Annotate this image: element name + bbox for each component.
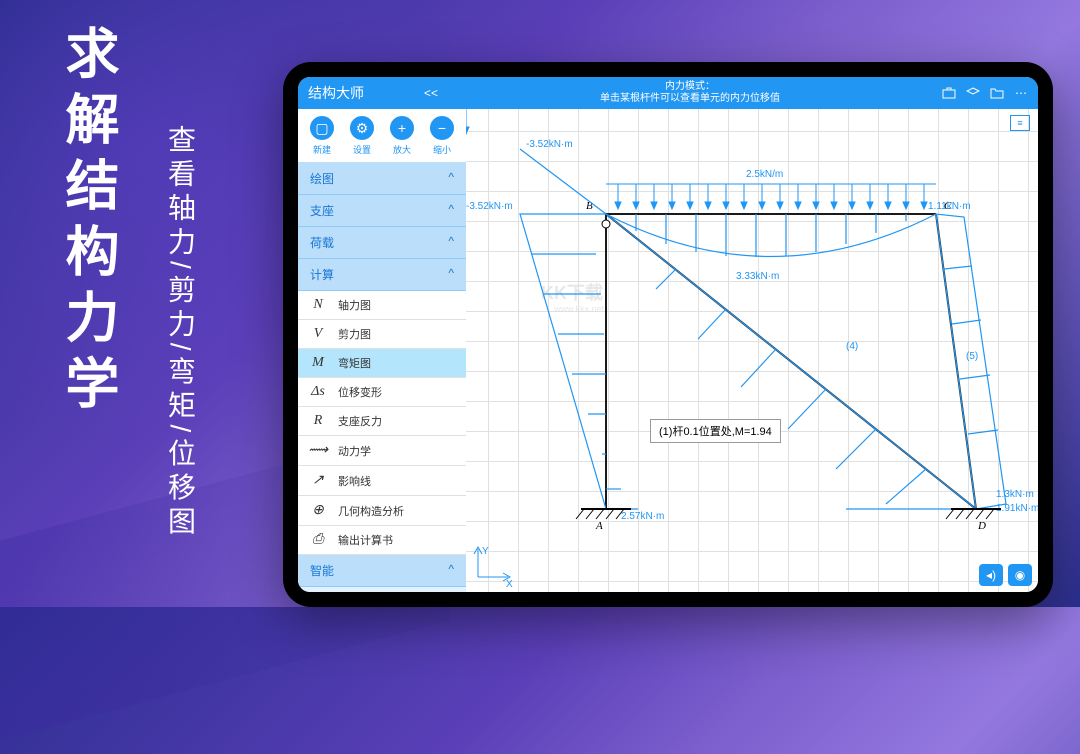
mode-hint: 内力模式： 单击某根杆件可以查看单元的内力位移值 <box>438 81 942 105</box>
app-screen: 结构大师 << 内力模式： 单击某根杆件可以查看单元的内力位移值 ⋯ ▢新建 ⚙… <box>298 77 1038 592</box>
chevron-up-icon: ^ <box>448 234 454 251</box>
menu-shear[interactable]: V剪力图 <box>298 320 466 349</box>
svg-text:1.11kN·m: 1.11kN·m <box>928 201 971 212</box>
svg-text:Y: Y <box>482 546 489 557</box>
more-icon[interactable]: ⋯ <box>1014 86 1028 100</box>
marketing-subtitle: 查看轴力/剪力/弯矩/位移图 <box>160 125 200 540</box>
mode-line1: 内力模式： <box>438 81 942 93</box>
menu-export[interactable]: ⎙输出计算书 <box>298 526 466 555</box>
collapse-button[interactable]: << <box>424 86 438 100</box>
svg-text:D: D <box>977 520 986 532</box>
accordion-smart[interactable]: 智能^ <box>298 555 466 587</box>
menu-influence[interactable]: ↗影响线 <box>298 466 466 496</box>
info-tooltip: (1)杆0.1位置处,M=1.94 <box>650 419 781 443</box>
app-bar: 结构大师 << 内力模式： 单击某根杆件可以查看单元的内力位移值 ⋯ <box>298 77 1038 109</box>
chevron-up-icon: ^ <box>448 202 454 219</box>
zoom-in-button[interactable]: +放大 <box>389 115 415 156</box>
sidebar: ▢新建 ⚙设置 +放大 −缩小 绘图^ 支座^ 荷载^ 计算^ N轴力图 V剪力… <box>298 109 466 592</box>
toolbar: ▢新建 ⚙设置 +放大 −缩小 <box>298 109 466 163</box>
visibility-button[interactable]: ◉ <box>1008 564 1032 586</box>
chevron-up-icon: ^ <box>448 562 454 579</box>
tablet-frame: 结构大师 << 内力模式： 单击某根杆件可以查看单元的内力位移值 ⋯ ▢新建 ⚙… <box>283 62 1053 607</box>
sound-button[interactable]: ◂) <box>979 564 1003 586</box>
menu-reaction[interactable]: R支座反力 <box>298 407 466 436</box>
svg-text:-3.52kN·m: -3.52kN·m <box>526 139 573 150</box>
marketing-title: 求解结构力学 <box>48 25 127 421</box>
svg-text:-3.52kN·m: -3.52kN·m <box>466 201 513 212</box>
menu-dynamics[interactable]: ⟿动力学 <box>298 436 466 466</box>
view-toggle-icon[interactable]: ≡ <box>1010 115 1030 131</box>
edu-icon[interactable] <box>966 86 980 100</box>
chevron-up-icon: ^ <box>448 266 454 283</box>
svg-text:3.33kN·m: 3.33kN·m <box>736 271 779 282</box>
settings-button[interactable]: ⚙设置 <box>349 115 375 156</box>
canvas[interactable]: KK下载 www.kkx.net B C A D <box>466 109 1038 592</box>
menu-geometry[interactable]: ⊕几何构造分析 <box>298 496 466 526</box>
svg-text:1.3kN·m: 1.3kN·m <box>996 489 1034 500</box>
new-button[interactable]: ▢新建 <box>309 115 335 156</box>
plus-icon: + <box>389 115 415 141</box>
case-icon[interactable] <box>942 86 956 100</box>
svg-text:A: A <box>595 520 603 532</box>
svg-text:2.5kN/m: 2.5kN/m <box>746 169 783 180</box>
chevron-up-icon: ^ <box>448 170 454 187</box>
accordion-calc[interactable]: 计算^ <box>298 259 466 291</box>
menu-displacement[interactable]: Δs位移变形 <box>298 378 466 407</box>
mode-line2: 单击某根杆件可以查看单元的内力位移值 <box>438 93 942 105</box>
app-title: 结构大师 <box>308 83 364 103</box>
svg-text:(5): (5) <box>966 351 978 362</box>
structure-diagram: B C A D 2.5kN/m <box>466 109 1038 592</box>
svg-text:(4): (4) <box>846 341 858 352</box>
svg-text:2.57kN·m: 2.57kN·m <box>621 511 664 522</box>
accordion-load[interactable]: 荷载^ <box>298 227 466 259</box>
svg-text:X: X <box>506 579 513 590</box>
menu-moment[interactable]: M弯矩图 <box>298 349 466 378</box>
new-icon: ▢ <box>309 115 335 141</box>
gear-icon: ⚙ <box>349 115 375 141</box>
minus-icon: − <box>429 115 455 141</box>
zoom-out-button[interactable]: −缩小 <box>429 115 455 156</box>
folder-icon[interactable] <box>990 86 1004 100</box>
menu-axial[interactable]: N轴力图 <box>298 291 466 320</box>
accordion-draw[interactable]: 绘图^ <box>298 163 466 195</box>
accordion-support[interactable]: 支座^ <box>298 195 466 227</box>
svg-text:1.91kN·m: 1.91kN·m <box>996 503 1038 514</box>
